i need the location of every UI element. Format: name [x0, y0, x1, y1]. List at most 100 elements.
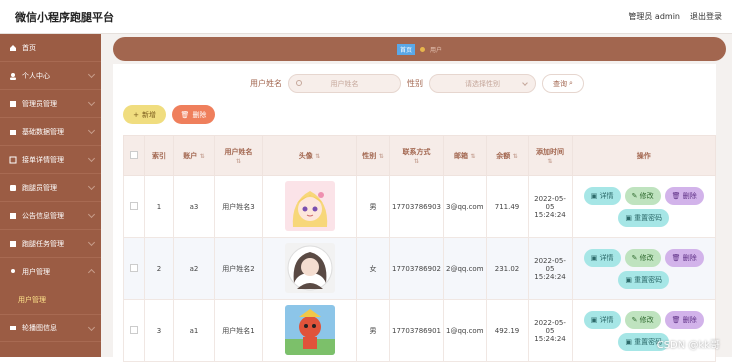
sidebar-item-label: 跑腿任务管理	[22, 239, 64, 249]
edit-icon: ✎	[632, 192, 640, 200]
sidebar-item-notices[interactable]: 公告信息管理	[0, 202, 101, 230]
edit-button[interactable]: ✎ 修改	[625, 249, 661, 267]
sidebar-item-label: 轮播图信息	[22, 323, 57, 333]
users-icon	[9, 268, 17, 276]
sidebar-item-home[interactable]: 首页	[0, 34, 101, 62]
sidebar-subitem-user-manage[interactable]: 用户管理	[0, 286, 101, 314]
logout-link[interactable]: 退出登录	[690, 11, 722, 22]
sidebar-item-tasks[interactable]: 跑腿任务管理	[0, 230, 101, 258]
chevron-down-icon	[88, 183, 95, 190]
name-search-input[interactable]: 用户姓名	[288, 74, 401, 93]
col-header-time[interactable]: 添加时间⇅	[528, 136, 572, 176]
sidebar-item-basic-data[interactable]: 基础数据管理	[0, 118, 101, 146]
select-all-checkbox[interactable]	[130, 151, 138, 159]
sidebar-item-orders[interactable]: 接单详情管理	[0, 146, 101, 174]
carousel-icon	[9, 324, 17, 332]
edit-icon: ✎	[632, 254, 640, 262]
home-icon	[9, 44, 17, 52]
breadcrumb-current: 用户	[430, 45, 442, 54]
chevron-down-icon	[88, 239, 95, 246]
task-icon	[9, 240, 17, 248]
chevron-down-icon	[88, 127, 95, 134]
delete-button[interactable]: 🗑 删除	[665, 187, 704, 205]
sidebar-item-label: 用户管理	[22, 267, 50, 277]
sidebar-item-carousel[interactable]: 轮播图信息	[0, 314, 101, 342]
breadcrumb-separator-icon	[419, 46, 426, 53]
chevron-up-icon	[88, 269, 95, 276]
sidebar-item-admins[interactable]: 管理员管理	[0, 90, 101, 118]
sidebar-item-label: 跑腿员管理	[22, 183, 57, 193]
detail-icon: ▣	[591, 316, 600, 324]
edit-button[interactable]: ✎ 修改	[625, 311, 661, 329]
table-row: 3 a1 用户姓名1 男 177037869	[124, 300, 716, 362]
user-table: 索引 账户 ⇅ 用户姓名⇅ 头像 ⇅ 性别 ⇅ 联系方式⇅ 邮箱 ⇅ 余额 ⇅ …	[123, 135, 716, 362]
col-header-email[interactable]: 邮箱 ⇅	[444, 136, 487, 176]
avatar	[285, 181, 335, 231]
col-header-gender[interactable]: 性别 ⇅	[357, 136, 390, 176]
sidebar-item-label: 基础数据管理	[22, 127, 64, 137]
batch-delete-button[interactable]: 🗑 删除	[172, 105, 215, 124]
col-header-name[interactable]: 用户姓名⇅	[215, 136, 263, 176]
row-checkbox[interactable]	[130, 264, 138, 272]
edit-button[interactable]: ✎ 修改	[625, 187, 661, 205]
sidebar-item-label: 接单详情管理	[22, 155, 64, 165]
chevron-down-icon	[88, 211, 95, 218]
detail-button[interactable]: ▣ 详情	[584, 249, 621, 267]
detail-button[interactable]: ▣ 详情	[584, 187, 621, 205]
data-icon	[9, 128, 17, 136]
avatar	[285, 305, 335, 355]
gender-select[interactable]: 请选择性别	[429, 74, 536, 93]
trash-icon: 🗑	[672, 192, 683, 200]
sidebar-item-label: 公告信息管理	[22, 211, 64, 221]
col-header-index[interactable]: 索引	[145, 136, 174, 176]
content-card: 用户姓名 用户姓名 性别 请选择性别 查询 ⌕ + 新增 🗑 删除	[113, 64, 716, 357]
top-bar: 微信小程序跑腿平台 管理员 admin 退出登录	[0, 0, 732, 34]
reset-password-button[interactable]: ▣ 重置密码	[618, 209, 669, 227]
table-row: 1 a3 用户姓名3 男	[124, 176, 716, 238]
delete-button[interactable]: 🗑 删除	[665, 311, 704, 329]
row-checkbox[interactable]	[130, 202, 138, 210]
sidebar-item-profile[interactable]: 个人中心	[0, 62, 101, 90]
delete-button[interactable]: 🗑 删除	[665, 249, 704, 267]
chevron-down-icon	[88, 99, 95, 106]
sidebar-item-runners[interactable]: 跑腿员管理	[0, 174, 101, 202]
key-icon: ▣	[625, 338, 634, 346]
col-header-account[interactable]: 账户 ⇅	[174, 136, 215, 176]
breadcrumb-home[interactable]: 首页	[397, 44, 415, 55]
main-area: 首页 用户 用户姓名 用户姓名 性别 请选择性别 查询 ⌕ + 新增	[101, 34, 732, 357]
order-icon	[9, 156, 17, 164]
table-row: 2 a2 用户姓名2 女 17703786902 2@	[124, 238, 716, 300]
key-icon: ▣	[625, 276, 634, 284]
sidebar-item-users[interactable]: 用户管理	[0, 258, 101, 286]
query-button[interactable]: 查询 ⌕	[542, 74, 584, 93]
chevron-down-icon	[88, 71, 95, 78]
detail-button[interactable]: ▣ 详情	[584, 311, 621, 329]
trash-icon: 🗑	[181, 111, 190, 119]
row-checkbox[interactable]	[130, 326, 138, 334]
trash-icon: 🗑	[672, 316, 683, 324]
name-label: 用户姓名	[250, 78, 282, 89]
trash-icon: 🗑	[672, 254, 683, 262]
col-header-phone[interactable]: 联系方式⇅	[390, 136, 444, 176]
sidebar-subitem-label: 用户管理	[18, 295, 46, 305]
detail-icon: ▣	[591, 254, 600, 262]
app-title: 微信小程序跑腿平台	[15, 9, 114, 25]
reset-password-button[interactable]: ▣ 重置密码	[618, 271, 669, 289]
admin-icon	[9, 100, 17, 108]
user-icon	[9, 72, 17, 80]
runner-icon	[9, 184, 17, 192]
search-bar: 用户姓名 用户姓名 性别 请选择性别 查询 ⌕	[250, 74, 584, 93]
detail-icon: ▣	[591, 192, 600, 200]
notice-icon	[9, 212, 17, 220]
select-all-header	[124, 136, 145, 176]
avatar	[285, 243, 335, 293]
chevron-down-icon	[88, 155, 95, 162]
table-header-row: 索引 账户 ⇅ 用户姓名⇅ 头像 ⇅ 性别 ⇅ 联系方式⇅ 邮箱 ⇅ 余额 ⇅ …	[124, 136, 716, 176]
key-icon: ▣	[625, 214, 634, 222]
breadcrumb: 首页 用户	[113, 37, 726, 61]
action-bar: + 新增 🗑 删除	[123, 105, 215, 124]
col-header-balance[interactable]: 余额 ⇅	[486, 136, 528, 176]
add-button[interactable]: + 新增	[123, 105, 166, 124]
col-header-avatar[interactable]: 头像 ⇅	[263, 136, 357, 176]
chevron-down-icon	[88, 324, 95, 331]
